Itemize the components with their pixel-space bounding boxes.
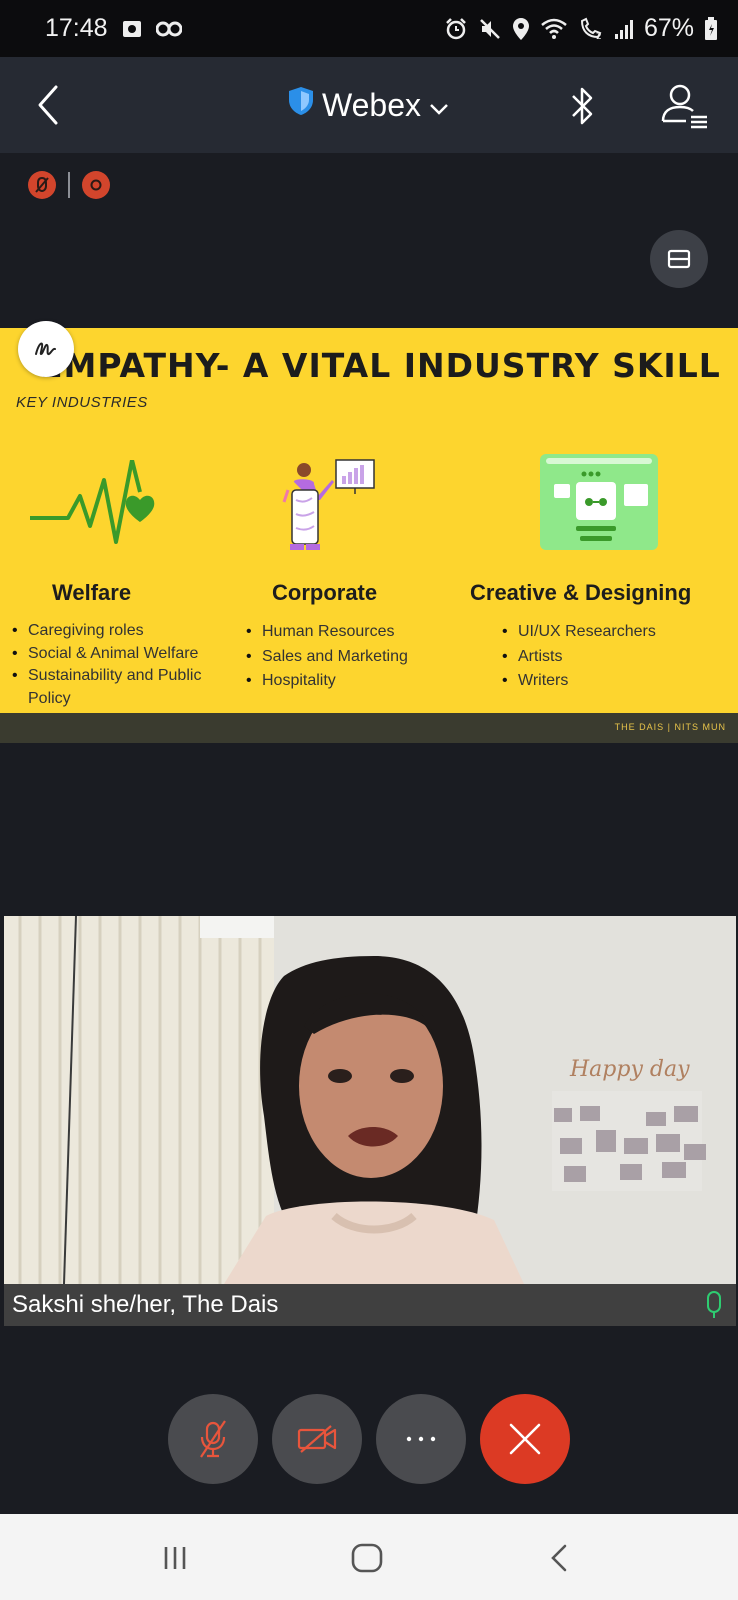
list-item: Hospitality — [246, 669, 446, 694]
camera-status-icon — [122, 19, 142, 39]
creative-list: UI/UX Researchers Artists Writers — [502, 620, 702, 694]
slide-title: EMPATHY- A VITAL INDUSTRY SKILL — [40, 346, 721, 385]
meeting-title-dropdown[interactable]: Webex — [288, 84, 449, 126]
column-heading-corporate: Corporate — [272, 580, 378, 605]
home-icon[interactable] — [342, 1536, 392, 1580]
signal-icon — [614, 18, 634, 40]
presenter-illustration — [282, 456, 376, 559]
recorder-status-icon — [155, 19, 182, 39]
list-item: Sales and Marketing — [246, 645, 446, 670]
participant-video[interactable]: Happy day Sakshi she/her, The Dais — [4, 916, 736, 1326]
shield-icon — [288, 86, 314, 124]
shared-slide: EMPATHY- A VITAL INDUSTRY SKILL KEY INDU… — [0, 328, 738, 713]
video-frame-image: Happy day — [4, 916, 736, 1284]
column-heading-welfare: Welfare — [52, 580, 132, 605]
leave-meeting-button[interactable] — [480, 1394, 570, 1484]
heartbeat-icon — [28, 458, 162, 557]
svg-text:2: 2 — [596, 32, 602, 41]
slide-subtitle: KEY INDUSTRIES — [16, 394, 148, 411]
mute-mic-button[interactable] — [168, 1394, 258, 1484]
design-window-illustration — [540, 454, 658, 555]
more-icon — [406, 1436, 436, 1442]
status-time: 17:48 — [45, 14, 108, 42]
meeting-controls — [0, 1394, 738, 1484]
participant-name: Sakshi she/her, The Dais — [12, 1291, 279, 1318]
bluetooth-icon[interactable] — [562, 83, 602, 129]
recording-indicator — [28, 171, 110, 199]
app-header: Webex — [0, 57, 738, 153]
location-icon — [512, 17, 530, 41]
slide-footer-text: THE DAIS | NITS MUN — [614, 722, 726, 732]
participants-icon[interactable] — [660, 81, 710, 131]
list-item: Writers — [502, 669, 702, 694]
layout-icon — [667, 249, 691, 269]
svg-text:Happy day: Happy day — [569, 1057, 690, 1082]
chevron-down-icon — [429, 87, 449, 124]
nav-back-icon[interactable] — [534, 1536, 584, 1580]
list-item: UI/UX Researchers — [502, 620, 702, 645]
list-item: Caregiving roles — [12, 620, 224, 643]
more-options-button[interactable] — [376, 1394, 466, 1484]
recording-divider — [68, 172, 70, 198]
android-nav-bar — [0, 1514, 738, 1600]
participant-name-bar: Sakshi she/her, The Dais — [4, 1284, 736, 1326]
annotate-button[interactable] — [18, 321, 74, 377]
list-item: Social & Animal Welfare — [12, 643, 224, 666]
list-item: Sustainability and Public Policy — [12, 665, 224, 710]
stop-video-button[interactable] — [272, 1394, 362, 1484]
corporate-list: Human Resources Sales and Marketing Hosp… — [246, 620, 446, 694]
close-icon — [509, 1423, 541, 1455]
annotate-icon — [35, 342, 56, 356]
status-bar: 17:48 2 67% — [0, 0, 738, 57]
record-stop-icon[interactable] — [82, 171, 110, 199]
microphone-off-icon — [200, 1420, 226, 1458]
microphone-active-icon — [706, 1290, 722, 1325]
battery-percent: 67% — [643, 14, 694, 42]
slide-footer: THE DAIS | NITS MUN — [0, 713, 738, 743]
battery-icon — [704, 16, 718, 41]
welfare-list: Caregiving roles Social & Animal Welfare… — [12, 620, 224, 710]
meeting-title: Webex — [322, 86, 422, 123]
column-heading-creative: Creative & Designing — [470, 580, 692, 605]
wifi-icon — [540, 17, 568, 41]
mute-icon — [478, 17, 502, 41]
back-icon[interactable] — [30, 81, 70, 129]
video-off-icon — [297, 1425, 337, 1453]
recording-icon[interactable] — [28, 171, 56, 199]
list-item: Human Resources — [246, 620, 446, 645]
recents-icon[interactable] — [150, 1536, 200, 1580]
layout-toggle-button[interactable] — [650, 230, 708, 288]
alarm-icon — [444, 17, 468, 41]
wifi-calling-icon: 2 — [578, 17, 604, 41]
list-item: Artists — [502, 645, 702, 670]
